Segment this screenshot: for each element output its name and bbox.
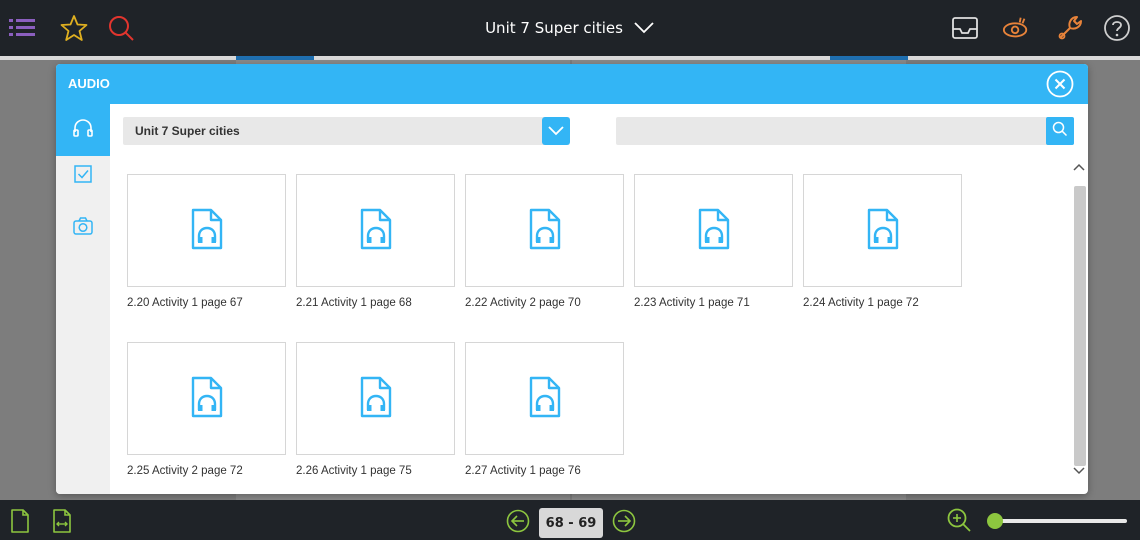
audio-thumbnail xyxy=(296,342,455,455)
scroll-up-icon[interactable] xyxy=(1072,158,1086,176)
audio-thumbnail xyxy=(465,342,624,455)
search-button[interactable] xyxy=(1046,117,1074,145)
audio-item-label: 2.24 Activity 1 page 72 xyxy=(803,297,919,309)
checkbox-icon xyxy=(73,164,93,188)
page-number-display[interactable]: 68 - 69 xyxy=(539,508,603,538)
audio-item[interactable]: 2.20 Activity 1 page 67 xyxy=(127,174,286,309)
audio-item-label: 2.27 Activity 1 page 76 xyxy=(465,465,581,477)
chevron-down-icon xyxy=(633,21,655,35)
audio-file-icon xyxy=(866,208,900,254)
audio-file-icon xyxy=(528,376,562,422)
audio-file-icon xyxy=(190,208,224,254)
camera-icon xyxy=(72,216,94,240)
single-page-icon[interactable] xyxy=(8,508,32,534)
unit-title: Unit 7 Super cities xyxy=(485,19,623,37)
scroll-down-icon[interactable] xyxy=(1072,462,1086,480)
scrollbar-thumb[interactable] xyxy=(1074,186,1086,466)
dialog-side-tabs xyxy=(56,104,110,494)
audio-item-label: 2.23 Activity 1 page 71 xyxy=(634,297,750,309)
search-icon xyxy=(1052,121,1068,141)
folder-select-value: Unit 7 Super cities xyxy=(135,124,240,138)
audio-dialog: AUDIO Unit 7 Super cities 2.20 Activity … xyxy=(56,64,1088,494)
audio-file-icon xyxy=(697,208,731,254)
search-box xyxy=(616,117,1074,145)
help-icon[interactable] xyxy=(1103,14,1131,42)
audio-item-label: 2.25 Activity 2 page 72 xyxy=(127,465,243,477)
audio-thumbnail xyxy=(127,342,286,455)
inbox-tray-icon[interactable] xyxy=(951,14,979,42)
audio-file-icon xyxy=(528,208,562,254)
folder-select[interactable]: Unit 7 Super cities xyxy=(123,117,570,145)
page-strip xyxy=(0,56,1140,60)
fit-width-icon[interactable] xyxy=(50,508,74,534)
audio-item-label: 2.20 Activity 1 page 67 xyxy=(127,297,243,309)
zoom-slider-handle[interactable] xyxy=(987,513,1003,529)
audio-thumbnail xyxy=(803,174,962,287)
audio-thumbnail xyxy=(634,174,793,287)
zoom-slider[interactable] xyxy=(992,519,1127,523)
eye-icon[interactable] xyxy=(1002,14,1030,42)
headphones-icon xyxy=(72,118,94,142)
wrench-icon[interactable] xyxy=(1056,14,1084,42)
audio-item[interactable]: 2.27 Activity 1 page 76 xyxy=(465,342,624,477)
audio-file-icon xyxy=(190,376,224,422)
tab-checklist[interactable] xyxy=(56,156,110,196)
audio-thumbnail xyxy=(296,174,455,287)
audio-item[interactable]: 2.23 Activity 1 page 71 xyxy=(634,174,793,309)
audio-item[interactable]: 2.21 Activity 1 page 68 xyxy=(296,174,455,309)
search-input[interactable] xyxy=(616,117,1056,145)
next-page-icon[interactable] xyxy=(612,509,636,533)
audio-item[interactable]: 2.25 Activity 2 page 72 xyxy=(127,342,286,477)
chevron-down-icon[interactable] xyxy=(542,117,570,145)
audio-item[interactable]: 2.24 Activity 1 page 72 xyxy=(803,174,962,309)
dialog-header: AUDIO xyxy=(56,64,1088,104)
audio-item-label: 2.22 Activity 2 page 70 xyxy=(465,297,581,309)
audio-file-icon xyxy=(359,376,393,422)
audio-item-label: 2.26 Activity 1 page 75 xyxy=(296,465,412,477)
zoom-in-icon[interactable] xyxy=(946,507,972,533)
vertical-scrollbar[interactable] xyxy=(1072,158,1086,490)
top-toolbar: Unit 7 Super cities xyxy=(0,0,1140,56)
previous-page-icon[interactable] xyxy=(506,509,530,533)
tab-photo[interactable] xyxy=(56,208,110,248)
audio-grid: 2.20 Activity 1 page 67 2.21 Activity 1 … xyxy=(127,174,1067,494)
audio-item[interactable]: 2.26 Activity 1 page 75 xyxy=(296,342,455,477)
audio-thumbnail xyxy=(127,174,286,287)
audio-item-label: 2.21 Activity 1 page 68 xyxy=(296,297,412,309)
audio-thumbnail xyxy=(465,174,624,287)
dialog-title: AUDIO xyxy=(68,76,110,91)
tab-audio[interactable] xyxy=(56,104,110,156)
close-icon[interactable] xyxy=(1046,70,1074,98)
audio-file-icon xyxy=(359,208,393,254)
audio-item[interactable]: 2.22 Activity 2 page 70 xyxy=(465,174,624,309)
